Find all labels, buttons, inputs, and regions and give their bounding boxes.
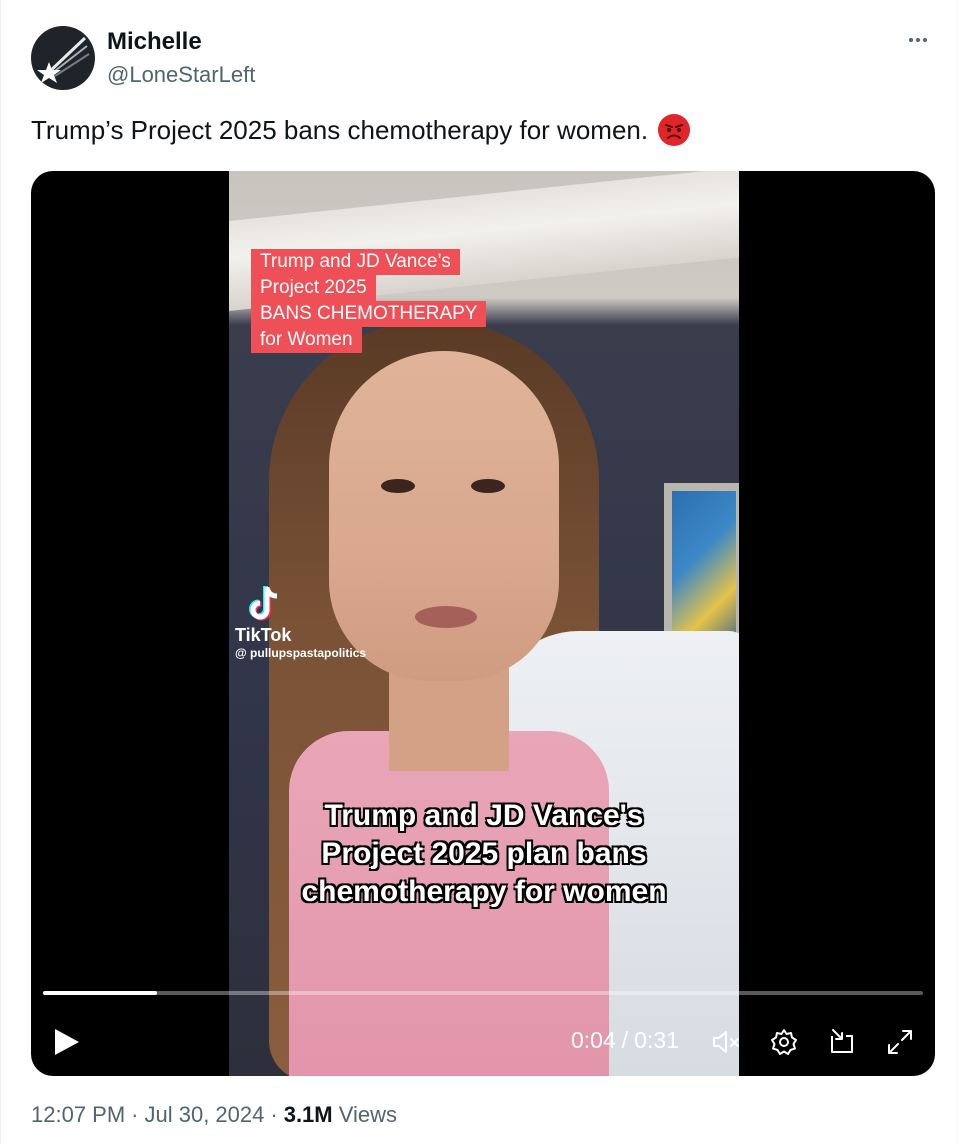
mute-button[interactable] [709, 1025, 743, 1059]
overlay-line: Trump and JD Vance’s [251, 249, 460, 275]
author-name[interactable]: Michelle [107, 28, 202, 56]
video-progress-bar[interactable] [43, 991, 923, 995]
video-player[interactable]: Trump and JD Vance’s Project 2025 BANS C… [31, 171, 935, 1076]
tiktok-username: @ pullupspastapolitics [235, 646, 367, 660]
video-controls: 0:04 / 0:31 [31, 1019, 935, 1063]
tweet-date[interactable]: Jul 30, 2024 [145, 1102, 265, 1128]
person-eye [381, 479, 415, 493]
meta-separator: · [131, 1102, 139, 1127]
tweet-card: Michelle @LoneStarLeft Trump’s Project 2… [0, 0, 958, 1144]
views-count: 3.1M [283, 1102, 333, 1127]
time-separator: / [621, 1027, 629, 1053]
tiktok-icon [249, 583, 279, 623]
tweet-text: Trump’s Project 2025 bans chemotherapy f… [31, 114, 691, 146]
overlay-line: for Women [251, 327, 362, 353]
more-dot [923, 38, 927, 42]
video-frame[interactable]: Trump and JD Vance’s Project 2025 BANS C… [229, 171, 739, 1076]
muted-speaker-icon [713, 1031, 739, 1053]
tweet-time[interactable]: 12:07 PM [31, 1102, 125, 1128]
meta-separator: · [270, 1102, 278, 1127]
avatar[interactable] [31, 26, 95, 90]
video-caption: Trump and JD Vance's Project 2025 plan b… [229, 797, 739, 911]
dock-button[interactable] [825, 1025, 859, 1059]
tweet-meta: 12:07 PM · Jul 30, 2024 · 3.1M Views [31, 1102, 397, 1128]
author-handle[interactable]: @LoneStarLeft [107, 62, 255, 88]
caption-line: Project 2025 plan bans [321, 837, 647, 870]
tiktok-brand: TikTok [235, 625, 292, 645]
tiktok-watermark: TikTok @ pullupspastapolitics [235, 583, 366, 660]
settings-button[interactable] [767, 1025, 801, 1059]
shooting-star-logo-icon [37, 36, 90, 83]
tweet-body: Trump’s Project 2025 bans chemotherapy f… [31, 114, 649, 145]
views[interactable]: 3.1M Views [284, 1102, 397, 1128]
duration: 0:31 [634, 1027, 679, 1053]
views-label: Views [338, 1102, 398, 1127]
caption-line: Trump and JD Vance's [324, 799, 644, 832]
person-mouth [415, 606, 477, 628]
fullscreen-button[interactable] [883, 1025, 917, 1059]
expand-icon [888, 1030, 912, 1054]
angry-face-icon [658, 114, 691, 146]
play-icon [55, 1029, 79, 1055]
overlay-line: Project 2025 [251, 275, 376, 301]
current-time: 0:04 [571, 1027, 616, 1053]
gear-icon [771, 1029, 797, 1055]
overlay-line: BANS CHEMOTHERAPY [251, 301, 487, 327]
video-progress-fill [43, 991, 157, 995]
dock-icon [831, 1029, 853, 1053]
more-options-button[interactable] [901, 28, 935, 52]
video-time: 0:04 / 0:31 [571, 1027, 679, 1054]
more-dot [916, 38, 920, 42]
play-button[interactable] [51, 1027, 81, 1057]
video-overlay-headline: Trump and JD Vance’s Project 2025 BANS C… [251, 249, 487, 353]
tweet-header: Michelle @LoneStarLeft [31, 26, 935, 92]
more-dot [909, 38, 913, 42]
person-eye [471, 479, 505, 493]
caption-line: chemotherapy for women [301, 875, 667, 908]
